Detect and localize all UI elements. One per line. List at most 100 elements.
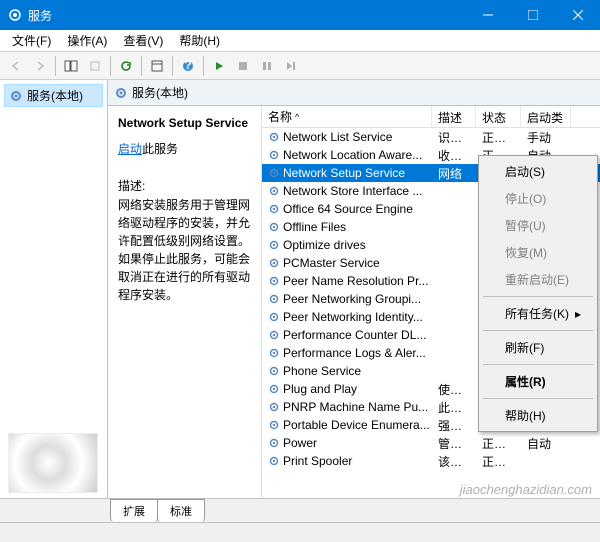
- service-desc: [432, 244, 476, 246]
- gear-icon: [268, 239, 280, 251]
- tree-item-services-local[interactable]: 服务(本地): [4, 84, 103, 107]
- col-status[interactable]: 状态: [476, 106, 521, 127]
- service-startup: 手动: [521, 128, 571, 147]
- help-button[interactable]: ?: [176, 54, 200, 78]
- list-header: 名称 描述 状态 启动类: [262, 106, 600, 128]
- refresh-button[interactable]: [114, 54, 138, 78]
- gear-icon: [268, 455, 280, 467]
- menu-file[interactable]: 文件(F): [4, 30, 59, 51]
- svg-text:?: ?: [184, 60, 191, 72]
- gear-icon: [268, 203, 280, 215]
- export-button: [83, 54, 107, 78]
- service-status: 正在...: [476, 128, 521, 147]
- service-status: 正在...: [476, 452, 521, 471]
- tree-item-label: 服务(本地): [27, 87, 83, 104]
- ctx-divider: [483, 364, 593, 365]
- gear-icon: [268, 365, 280, 377]
- service-name: Power: [283, 436, 317, 450]
- statusbar: [0, 522, 600, 542]
- description-label: 描述:: [118, 177, 251, 194]
- col-startup[interactable]: 启动类: [521, 106, 571, 127]
- service-desc: [432, 262, 476, 264]
- menu-action[interactable]: 操作(A): [59, 30, 115, 51]
- service-name: Office 64 Source Engine: [283, 202, 413, 216]
- properties-button[interactable]: [145, 54, 169, 78]
- ctx-refresh[interactable]: 刷新(F): [481, 334, 595, 361]
- context-menu: 启动(S) 停止(O) 暂停(U) 恢复(M) 重新启动(E) 所有任务(K)▸…: [478, 155, 598, 432]
- toolbar-divider: [141, 56, 142, 76]
- description-text: 网络安装服务用于管理网络驱动程序的安装，并允许配置低级别网络设置。如果停止此服务…: [118, 196, 251, 304]
- service-name: Offline Files: [283, 220, 346, 234]
- content-title: 服务(本地): [132, 84, 188, 101]
- window-title: 服务: [28, 7, 465, 24]
- start-link[interactable]: 启动: [118, 142, 142, 156]
- service-name: Portable Device Enumera...: [283, 418, 430, 432]
- services-icon: [8, 8, 22, 22]
- gear-icon: [268, 329, 280, 341]
- ctx-divider: [483, 296, 593, 297]
- gear-icon: [268, 167, 280, 179]
- back-button: [4, 54, 28, 78]
- service-desc: 收集...: [432, 146, 476, 165]
- gear-icon: [268, 419, 280, 431]
- service-name: Peer Networking Identity...: [283, 310, 423, 324]
- titlebar: 服务: [0, 0, 600, 30]
- service-desc: 该服...: [432, 452, 476, 471]
- gear-icon: [268, 257, 280, 269]
- service-desc: [432, 298, 476, 300]
- service-name: Performance Counter DL...: [283, 328, 426, 342]
- close-button[interactable]: [555, 0, 600, 30]
- show-hide-button[interactable]: [59, 54, 83, 78]
- forward-button: [28, 54, 52, 78]
- menu-help[interactable]: 帮助(H): [171, 30, 228, 51]
- gear-icon: [268, 347, 280, 359]
- ctx-help[interactable]: 帮助(H): [481, 402, 595, 429]
- ctx-all-tasks[interactable]: 所有任务(K)▸: [481, 300, 595, 327]
- ctx-resume: 恢复(M): [481, 239, 595, 266]
- service-desc: [432, 208, 476, 210]
- service-startup: 自动: [521, 434, 571, 453]
- start-service-text: 启动此服务: [118, 140, 251, 157]
- service-name: PNRP Machine Name Pu...: [283, 400, 428, 414]
- service-row[interactable]: Network List Service识别...正在...手动: [262, 128, 600, 146]
- service-row[interactable]: Power管理...正在...自动: [262, 434, 600, 452]
- tab-standard[interactable]: 标准: [157, 499, 205, 522]
- service-name: Peer Networking Groupi...: [283, 292, 421, 306]
- content-header: 服务(本地): [108, 80, 600, 106]
- gear-icon: [268, 131, 280, 143]
- service-name: Network List Service: [283, 130, 392, 144]
- ctx-stop: 停止(O): [481, 185, 595, 212]
- maximize-button[interactable]: [510, 0, 555, 30]
- ctx-start[interactable]: 启动(S): [481, 158, 595, 185]
- service-row[interactable]: Print Spooler该服...正在...: [262, 452, 600, 470]
- col-name[interactable]: 名称: [262, 106, 432, 127]
- ctx-properties[interactable]: 属性(R): [481, 368, 595, 395]
- service-name: Phone Service: [283, 364, 361, 378]
- description-pane: Network Setup Service 启动此服务 描述: 网络安装服务用于…: [108, 106, 262, 498]
- menu-view[interactable]: 查看(V): [115, 30, 171, 51]
- ctx-restart: 重新启动(E): [481, 266, 595, 293]
- tab-strip: 扩展 标准: [0, 498, 600, 522]
- service-name: Peer Name Resolution Pr...: [283, 274, 428, 288]
- service-desc: [432, 352, 476, 354]
- selected-service-name: Network Setup Service: [118, 116, 251, 130]
- stop-service-button: [231, 54, 255, 78]
- service-desc: 强制...: [432, 416, 476, 435]
- service-name: Plug and Play: [283, 382, 357, 396]
- start-service-button[interactable]: [207, 54, 231, 78]
- service-desc: [432, 280, 476, 282]
- service-startup: [521, 460, 571, 462]
- toolbar-divider: [110, 56, 111, 76]
- thumbnail-overlay: [8, 433, 98, 493]
- service-desc: 使计...: [432, 380, 476, 399]
- col-description[interactable]: 描述: [432, 106, 476, 127]
- service-name: Performance Logs & Aler...: [283, 346, 426, 360]
- service-desc: [432, 370, 476, 372]
- service-desc: 网络: [432, 164, 476, 183]
- minimize-button[interactable]: [465, 0, 510, 30]
- chevron-right-icon: ▸: [575, 307, 581, 321]
- service-desc: [432, 334, 476, 336]
- service-name: Optimize drives: [283, 238, 366, 252]
- tab-extended[interactable]: 扩展: [110, 499, 158, 522]
- service-desc: 管理...: [432, 434, 476, 453]
